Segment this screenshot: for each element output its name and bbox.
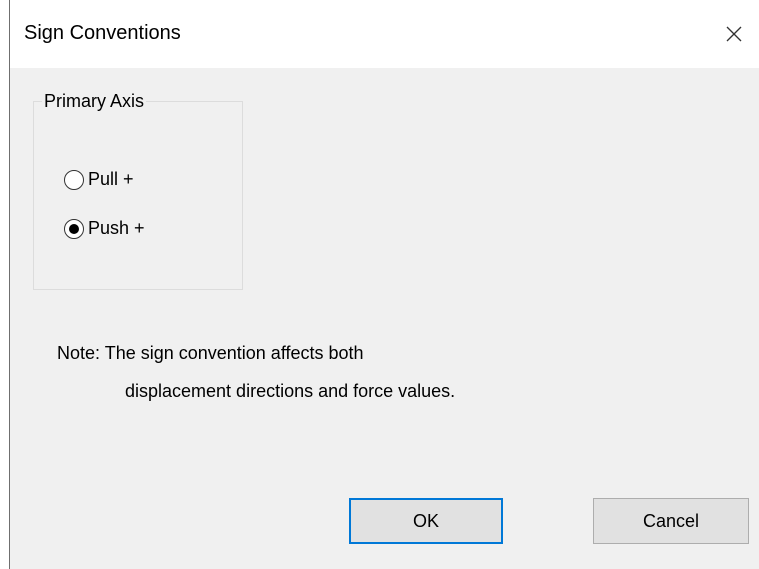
close-button[interactable] xyxy=(709,9,759,59)
close-icon xyxy=(726,26,742,42)
note-line-1: Note: The sign convention affects both xyxy=(57,343,364,363)
radio-button-unchecked[interactable] xyxy=(64,169,84,190)
primary-axis-groupbox: Primary Axis Pull + Push + xyxy=(33,91,243,290)
cancel-button[interactable]: Cancel xyxy=(593,498,749,544)
radio-label-push: Push + xyxy=(88,218,145,238)
radio-selected-dot xyxy=(69,223,79,234)
radio-push-plus[interactable]: Push + xyxy=(64,218,145,239)
ok-button[interactable]: OK xyxy=(349,498,503,544)
title-bar: Sign Conventions xyxy=(10,0,759,68)
sign-conventions-dialog: Sign Conventions Primary Axis Pull + Pus… xyxy=(9,0,759,569)
radio-button-checked[interactable] xyxy=(64,218,84,239)
radio-pull-plus[interactable]: Pull + xyxy=(64,169,134,190)
note-line-2: displacement directions and force values… xyxy=(125,381,456,401)
primary-axis-legend: Primary Axis xyxy=(42,91,147,112)
dialog-title: Sign Conventions xyxy=(24,22,181,44)
radio-label-pull: Pull + xyxy=(88,169,134,189)
